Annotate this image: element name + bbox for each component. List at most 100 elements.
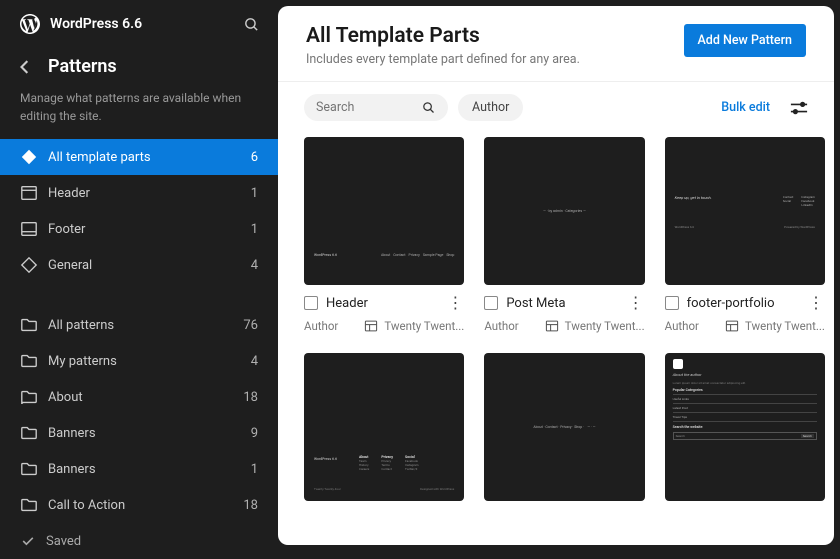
sidebar-item-count: 1 xyxy=(251,462,258,477)
chevron-left-icon[interactable] xyxy=(20,60,30,74)
card-theme: Twenty Twent... xyxy=(725,319,825,333)
sidebar-item-call-to-action[interactable]: Call to Action 18 xyxy=(0,487,278,523)
pattern-preview[interactable]: About · Contact · Privacy · Shop · — · — xyxy=(484,353,644,501)
sidebar-item-label: All template parts xyxy=(48,150,151,165)
author-label: Author xyxy=(484,319,518,333)
grid-scroll[interactable]: WordPress 6.6AboutContactPrivacySample P… xyxy=(278,131,834,545)
diamond-icon xyxy=(20,148,38,166)
sidebar-item-count: 1 xyxy=(251,222,258,237)
sidebar-item-count: 1 xyxy=(251,186,258,201)
pattern-preview[interactable]: WordPress 6.6 AboutTeamHistoryCareers Pr… xyxy=(304,353,464,501)
theme-name: Twenty Twent... xyxy=(565,319,645,333)
sidebar-item-count: 6 xyxy=(251,150,258,165)
card-theme: Twenty Twent... xyxy=(364,319,464,333)
header-layout-icon xyxy=(20,184,38,202)
sidebar-item-banners-1[interactable]: Banners 9 xyxy=(0,415,278,451)
card-checkbox[interactable] xyxy=(665,296,679,310)
pattern-card-header: WordPress 6.6AboutContactPrivacySample P… xyxy=(304,137,464,333)
sidebar-item-count: 18 xyxy=(243,498,258,513)
main-header: All Template Parts Includes every templa… xyxy=(278,6,834,82)
pattern-card-footer-portfolio: Keep up, get in touch. ContactSocialInst… xyxy=(665,137,825,333)
pattern-preview[interactable]: — · by admin · Categories — xyxy=(484,137,644,285)
sidebar-item-about[interactable]: About 18 xyxy=(0,379,278,415)
pattern-card-sidebar: About the author Lorem ipsum dolor sit a… xyxy=(665,353,825,501)
add-new-pattern-button[interactable]: Add New Pattern xyxy=(684,24,806,57)
theme-layout-icon xyxy=(725,319,739,333)
brand-text: WordPress 6.6 xyxy=(50,16,142,32)
sidebar-item-label: Banners xyxy=(48,426,96,441)
wordpress-logo-icon xyxy=(20,14,40,34)
saved-label: Saved xyxy=(46,534,81,549)
folder-icon xyxy=(20,460,38,478)
sidebar-item-label: My patterns xyxy=(48,354,117,369)
breadcrumb: Patterns xyxy=(0,48,278,81)
pattern-preview[interactable]: About the author Lorem ipsum dolor sit a… xyxy=(665,353,825,501)
folder-icon xyxy=(20,424,38,442)
sidebar-item-all-patterns[interactable]: All patterns 76 xyxy=(0,307,278,343)
theme-name: Twenty Twent... xyxy=(384,319,464,333)
card-title: Header xyxy=(326,296,438,311)
sidebar-item-label: General xyxy=(48,258,92,273)
sidebar-top: WordPress 6.6 xyxy=(0,14,278,48)
sidebar-item-count: 9 xyxy=(251,426,258,441)
sidebar-item-label: Footer xyxy=(48,222,85,237)
card-title: Post Meta xyxy=(506,296,618,311)
folder-icon xyxy=(20,496,38,514)
sidebar-item-count: 4 xyxy=(251,354,258,369)
author-label: Author xyxy=(665,319,699,333)
card-checkbox[interactable] xyxy=(484,296,498,310)
folder-icon xyxy=(20,352,38,370)
card-checkbox[interactable] xyxy=(304,296,318,310)
sidebar-item-label: Banners xyxy=(48,462,96,477)
card-theme: Twenty Twent... xyxy=(545,319,645,333)
author-filter[interactable]: Author xyxy=(458,94,523,121)
sidebar-description: Manage what patterns are available when … xyxy=(0,81,278,135)
pattern-grid: WordPress 6.6AboutContactPrivacySample P… xyxy=(304,137,808,501)
folder-icon xyxy=(20,388,38,406)
pattern-preview[interactable]: Keep up, get in touch. ContactSocialInst… xyxy=(665,137,825,285)
sidebar: WordPress 6.6 Patterns Manage what patte… xyxy=(0,0,278,551)
filter-options-icon[interactable] xyxy=(790,101,808,115)
search-icon[interactable] xyxy=(243,16,260,33)
more-options-icon[interactable]: ⋮ xyxy=(627,295,645,311)
sidebar-item-count: 76 xyxy=(243,318,258,333)
main-panel: All Template Parts Includes every templa… xyxy=(278,6,834,545)
checkmark-icon xyxy=(20,533,36,549)
sidebar-title: Patterns xyxy=(48,56,117,77)
footer-layout-icon xyxy=(20,220,38,238)
author-label: Author xyxy=(304,319,338,333)
sidebar-item-header[interactable]: Header 1 xyxy=(0,175,278,211)
sidebar-item-banners-2[interactable]: Banners 1 xyxy=(0,451,278,487)
sidebar-item-general[interactable]: General 4 xyxy=(0,247,278,283)
sidebar-item-footer[interactable]: Footer 1 xyxy=(0,211,278,247)
pattern-card-footer: WordPress 6.6 AboutTeamHistoryCareers Pr… xyxy=(304,353,464,501)
theme-layout-icon xyxy=(545,319,559,333)
search-input-wrap[interactable] xyxy=(304,94,448,121)
pattern-categories-list: All patterns 76 My patterns 4 About 18 B… xyxy=(0,307,278,523)
more-options-icon[interactable]: ⋮ xyxy=(446,295,464,311)
sidebar-item-label: Call to Action xyxy=(48,498,125,513)
template-parts-list: All template parts 6 Header 1 Footer 1 G… xyxy=(0,139,278,283)
sidebar-item-label: All patterns xyxy=(48,318,114,333)
sidebar-item-my-patterns[interactable]: My patterns 4 xyxy=(0,343,278,379)
page-subtitle: Includes every template part defined for… xyxy=(306,52,580,67)
pattern-card-post-meta: — · by admin · Categories — Post Meta ⋮ … xyxy=(484,137,644,333)
toolbar: Author Bulk edit xyxy=(278,82,834,131)
theme-layout-icon xyxy=(364,319,378,333)
sidebar-item-count: 4 xyxy=(251,258,258,273)
bulk-edit-button[interactable]: Bulk edit xyxy=(721,100,770,115)
diamond-outline-icon xyxy=(20,256,38,274)
more-options-icon[interactable]: ⋮ xyxy=(807,295,825,311)
pattern-preview[interactable]: WordPress 6.6AboutContactPrivacySample P… xyxy=(304,137,464,285)
sidebar-item-label: Header xyxy=(48,186,90,201)
card-title: footer-portfolio xyxy=(687,296,799,311)
sidebar-item-label: About xyxy=(48,390,83,405)
saved-indicator: Saved xyxy=(0,523,278,559)
search-icon xyxy=(421,100,436,115)
page-title: All Template Parts xyxy=(306,24,580,48)
folder-icon xyxy=(20,316,38,334)
pattern-card-footer-credit: About · Contact · Privacy · Shop · — · — xyxy=(484,353,644,501)
search-input[interactable] xyxy=(316,100,421,115)
sidebar-item-all-template-parts[interactable]: All template parts 6 xyxy=(0,139,278,175)
theme-name: Twenty Twent... xyxy=(745,319,825,333)
